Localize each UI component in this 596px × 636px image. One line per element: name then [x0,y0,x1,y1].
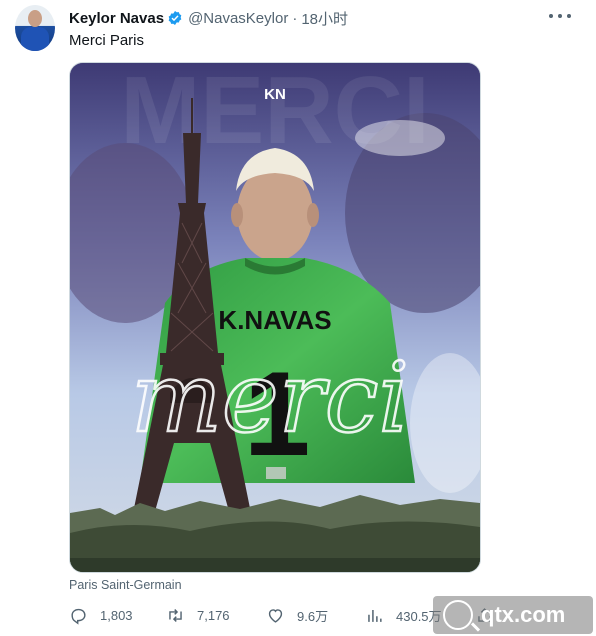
avatar-head [28,10,42,27]
tweet-header: Keylor Navas @NavasKeylor · 18小时 [69,7,576,29]
script-merci: merci [131,342,409,454]
reply-button[interactable]: 1,803 [69,606,133,625]
reply-icon [71,608,86,625]
watermark-text: qtx.com [481,602,566,627]
views-button[interactable]: 430.5万 [365,606,442,625]
jersey-name: K.NAVAS [218,305,331,335]
like-icon [268,609,283,623]
kn-logo: KN [264,86,286,103]
watermark: qtx.com [433,596,593,634]
separator-dot: · [292,9,298,27]
tweet-text: Merci Paris [69,32,145,49]
author-handle[interactable]: @NavasKeylor [188,10,288,27]
retweet-button[interactable]: 7,176 [166,606,230,625]
verified-badge-icon [168,11,182,25]
tweet-image-artwork: MERCI KN K.NAVAS 1 merci [70,63,480,572]
like-count: 9.6万 [297,609,329,624]
reply-count: 1,803 [100,608,133,623]
avatar[interactable] [15,5,55,51]
avatar-shirt [21,27,49,51]
retweet-count: 7,176 [197,608,230,623]
like-button[interactable]: 9.6万 [266,606,328,625]
views-icon [368,609,382,622]
magnifier-icon [443,600,473,630]
source-label[interactable]: Paris Saint-Germain [69,578,182,592]
tweet-image[interactable]: MERCI KN K.NAVAS 1 merci [69,62,481,573]
author-name[interactable]: Keylor Navas [69,10,164,27]
retweet-icon [169,609,182,622]
tweet-time[interactable]: 18小时 [301,8,348,29]
more-icon[interactable] [549,10,571,22]
